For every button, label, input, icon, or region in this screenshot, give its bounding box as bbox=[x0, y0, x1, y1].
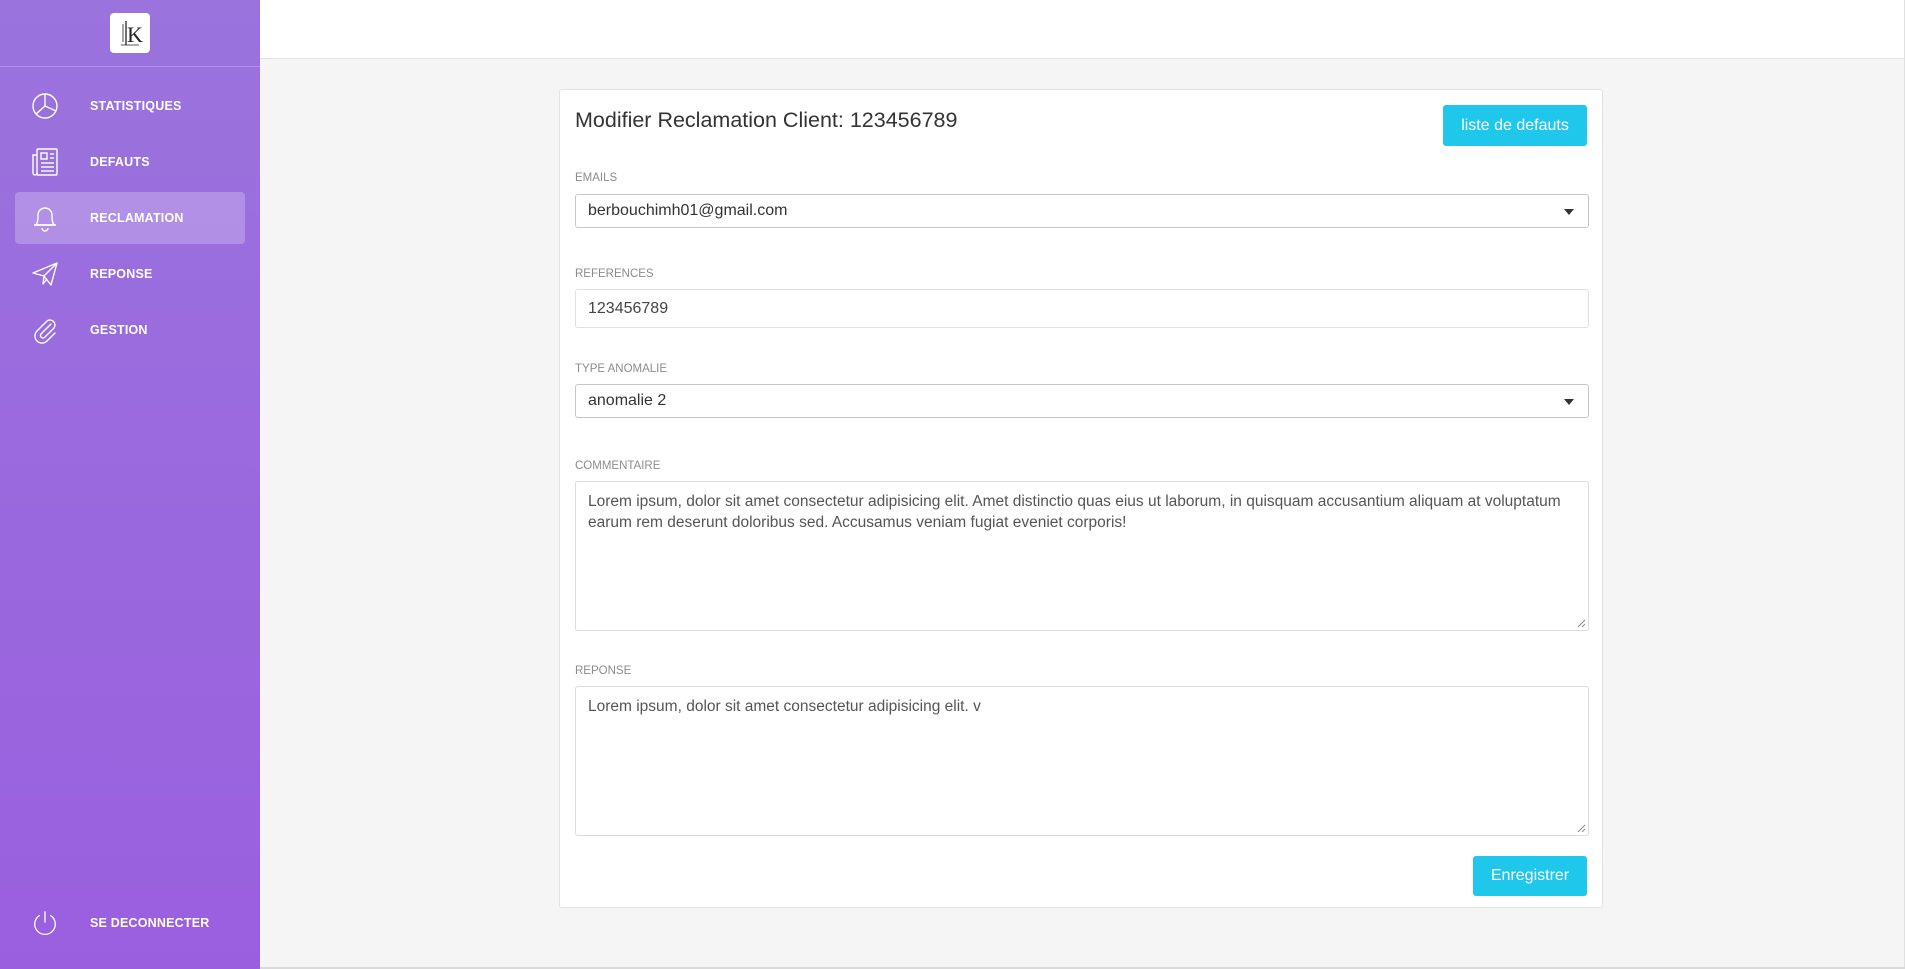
sidebar-item-label: STATISTIQUES bbox=[90, 99, 182, 113]
references-input[interactable]: 123456789 bbox=[575, 289, 1589, 328]
paperclip-icon bbox=[31, 316, 59, 344]
top-bar bbox=[260, 0, 1905, 59]
power-icon bbox=[31, 909, 59, 937]
type-anomalie-label: TYPE ANOMALIE bbox=[575, 363, 668, 375]
sidebar-item-statistiques[interactable]: STATISTIQUES bbox=[15, 80, 245, 132]
references-label: REFERENCES bbox=[575, 268, 654, 280]
sidebar: K STATISTIQUES DEFAUTS RECLAMATION REPON… bbox=[0, 0, 260, 969]
newspaper-icon bbox=[31, 148, 59, 176]
logo-area: K bbox=[0, 0, 260, 67]
logo-icon: K bbox=[121, 21, 143, 47]
type-anomalie-select[interactable]: anomalie 2 bbox=[575, 384, 1589, 418]
pie-chart-icon bbox=[31, 92, 59, 120]
commentaire-label: COMMENTAIRE bbox=[575, 460, 661, 472]
sidebar-item-label: DEFAUTS bbox=[90, 155, 150, 169]
sidebar-item-defauts[interactable]: DEFAUTS bbox=[15, 136, 245, 188]
sidebar-item-gestion[interactable]: GESTION bbox=[15, 304, 245, 356]
references-value: 123456789 bbox=[588, 299, 669, 317]
paper-plane-icon bbox=[31, 260, 59, 288]
emails-select[interactable]: berbouchimh01@gmail.com bbox=[575, 194, 1589, 228]
emails-label: EMAILS bbox=[575, 172, 618, 184]
chevron-down-icon bbox=[1564, 399, 1574, 405]
svg-text:K: K bbox=[127, 22, 143, 47]
resize-handle-icon[interactable] bbox=[1577, 824, 1586, 833]
commentaire-textarea[interactable]: Lorem ipsum, dolor sit amet consectetur … bbox=[575, 481, 1589, 631]
page-title: Modifier Reclamation Client: 123456789 bbox=[575, 108, 958, 132]
bell-icon bbox=[31, 204, 59, 232]
reponse-text: Lorem ipsum, dolor sit amet consectetur … bbox=[588, 698, 981, 715]
save-button[interactable]: Enregistrer bbox=[1473, 856, 1587, 896]
type-anomalie-selected-value: anomalie 2 bbox=[588, 392, 667, 409]
sidebar-item-reclamation[interactable]: RECLAMATION bbox=[15, 192, 245, 244]
chevron-down-icon bbox=[1564, 209, 1574, 215]
emails-selected-value: berbouchimh01@gmail.com bbox=[588, 202, 788, 219]
sidebar-item-label: GESTION bbox=[90, 323, 148, 337]
logout-label: SE DECONNECTER bbox=[90, 916, 210, 930]
sidebar-item-reponse[interactable]: REPONSE bbox=[15, 248, 245, 300]
sidebar-item-label: RECLAMATION bbox=[90, 211, 184, 225]
resize-handle-icon[interactable] bbox=[1577, 619, 1586, 628]
logout-button[interactable]: SE DECONNECTER bbox=[15, 903, 245, 943]
liste-defauts-button[interactable]: liste de defauts bbox=[1443, 105, 1587, 146]
reponse-label: REPONSE bbox=[575, 665, 632, 677]
sidebar-item-label: REPONSE bbox=[90, 267, 153, 281]
reponse-textarea[interactable]: Lorem ipsum, dolor sit amet consectetur … bbox=[575, 686, 1589, 836]
sidebar-nav: STATISTIQUES DEFAUTS RECLAMATION REPONSE… bbox=[0, 67, 260, 356]
app-logo[interactable]: K bbox=[110, 13, 150, 53]
edit-reclamation-card: Modifier Reclamation Client: 123456789 l… bbox=[559, 89, 1603, 908]
commentaire-text: Lorem ipsum, dolor sit amet consectetur … bbox=[588, 493, 1561, 531]
